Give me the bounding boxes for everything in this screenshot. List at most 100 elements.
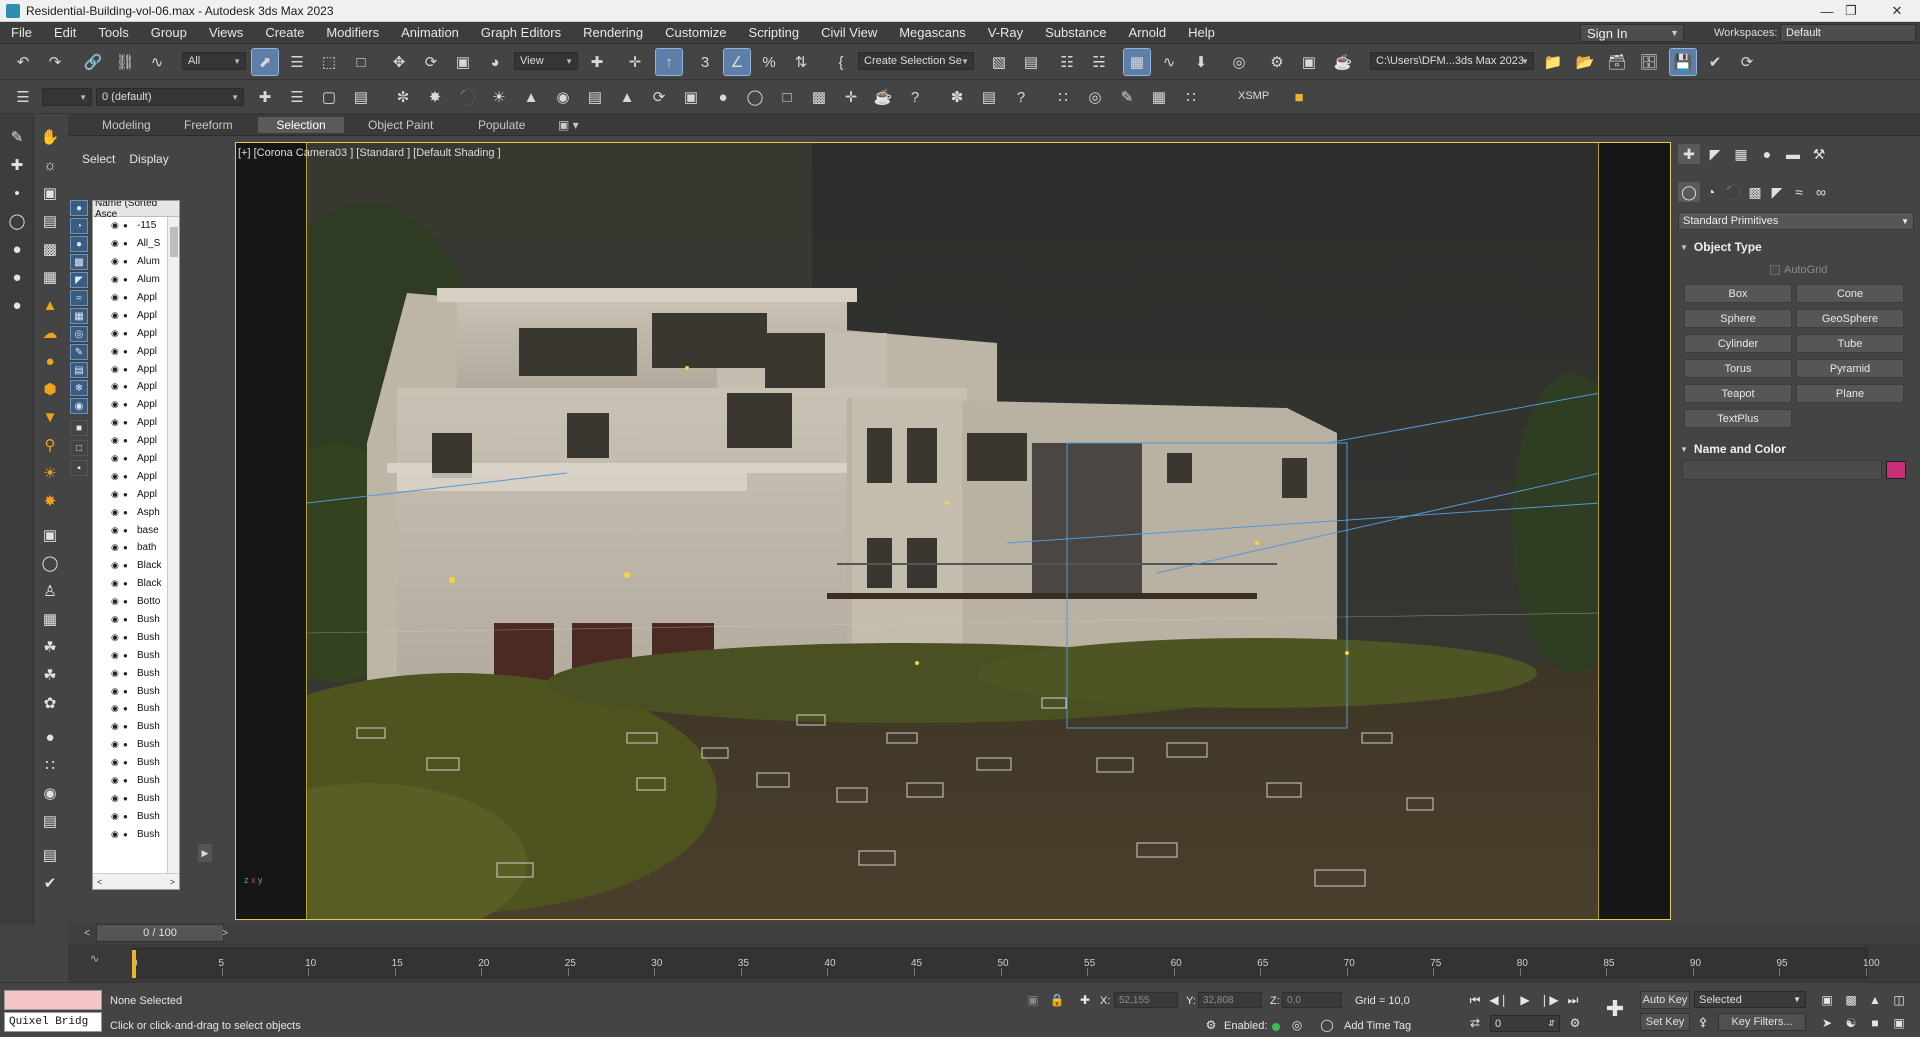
freeze-dot-icon[interactable]: ● xyxy=(123,704,133,713)
cameras-icon[interactable]: ▩ xyxy=(1744,182,1766,202)
align-icon[interactable]: ▤ xyxy=(1018,49,1044,75)
add-to-layer-icon[interactable]: ✚ xyxy=(252,84,278,110)
placement-icon[interactable]: ◕ xyxy=(482,49,508,75)
dots-icon[interactable]: ∷ xyxy=(1050,84,1076,110)
visibility-eye-icon[interactable]: ◉ xyxy=(111,328,123,339)
camera-icon[interactable]: ◉ xyxy=(550,84,576,110)
group-icon[interactable]: ◉ xyxy=(38,782,62,804)
filter-groups-icon[interactable]: ▦ xyxy=(70,308,88,324)
rendered-frame-window-icon[interactable]: ▣ xyxy=(1296,49,1322,75)
set-key-button[interactable]: Set Key xyxy=(1640,1013,1690,1031)
freeze-dot-icon[interactable]: ● xyxy=(123,508,133,517)
visibility-eye-icon[interactable]: ◉ xyxy=(111,829,123,840)
dot-icon[interactable]: • xyxy=(5,182,29,204)
spinner-snap-icon[interactable]: ⇅ xyxy=(788,49,814,75)
ball-icon[interactable]: ● xyxy=(38,350,62,372)
freeze-dot-icon[interactable]: ● xyxy=(123,633,133,642)
window-crossing-icon[interactable]: □ xyxy=(348,49,374,75)
snaps-toggle-icon[interactable]: 3 xyxy=(692,49,718,75)
freeze-dot-icon[interactable]: ● xyxy=(123,543,133,552)
time-slider-prev-icon[interactable]: < xyxy=(80,925,94,941)
brush-icon[interactable]: ✎ xyxy=(1114,84,1140,110)
y-coordinate-input[interactable]: 32,808 xyxy=(1198,992,1262,1008)
cluster-icon[interactable]: ∷ xyxy=(38,754,62,776)
sphere-button[interactable]: Sphere xyxy=(1684,309,1792,328)
save-folder-icon[interactable]: 📂 xyxy=(1572,49,1598,75)
key-filters-button[interactable]: Key Filters... xyxy=(1718,1013,1806,1031)
menu-megascans[interactable]: Megascans xyxy=(888,25,976,40)
hamburger-menu-icon[interactable]: ☰ xyxy=(10,84,36,110)
link-icon[interactable]: 🔗 xyxy=(80,49,106,75)
freeze-dot-icon[interactable]: ● xyxy=(123,347,133,356)
question-icon[interactable]: ? xyxy=(1008,84,1034,110)
zoom-region-icon[interactable]: ▩ xyxy=(1842,991,1860,1009)
geometry-icon[interactable]: ◯ xyxy=(1678,182,1700,202)
freeze-dot-icon[interactable]: ● xyxy=(123,275,133,284)
chart-icon[interactable]: ▤ xyxy=(38,844,62,866)
visibility-eye-icon[interactable]: ◉ xyxy=(111,453,123,464)
box-button[interactable]: Box xyxy=(1684,284,1792,303)
tab-object-paint[interactable]: Object Paint xyxy=(358,117,443,133)
pan-view-icon[interactable]: ➤ xyxy=(1818,1014,1836,1032)
vertex-icon[interactable]: ∷ xyxy=(1178,84,1204,110)
visibility-eye-icon[interactable]: ◉ xyxy=(111,596,123,607)
leaf-icon[interactable]: ✿ xyxy=(38,692,62,714)
selection-filter-select[interactable]: All ▼ xyxy=(182,52,246,70)
region-select-icon[interactable]: ⬚ xyxy=(316,49,342,75)
scene-folder-icon[interactable]: 🗃 xyxy=(1604,49,1630,75)
zoom-extents-icon[interactable]: ▣ xyxy=(1818,991,1836,1009)
teapot-icon[interactable]: ☕ xyxy=(870,84,896,110)
checkmark-icon[interactable]: ✔ xyxy=(1702,49,1728,75)
curve-editor-toggle-icon[interactable]: ∿ xyxy=(90,952,99,965)
sphere-icon-3[interactable]: ● xyxy=(5,294,29,316)
time-tag-icon[interactable]: ◯ xyxy=(1318,1016,1336,1034)
forest-icon[interactable]: ✸ xyxy=(422,84,448,110)
freeze-dot-icon[interactable]: ● xyxy=(123,812,133,821)
help-icon[interactable]: ? xyxy=(902,84,928,110)
menu-views[interactable]: Views xyxy=(198,25,254,40)
menu-help[interactable]: Help xyxy=(1177,25,1226,40)
visibility-eye-icon[interactable]: ◉ xyxy=(111,650,123,661)
shapes-icon[interactable]: ◔ xyxy=(1700,182,1722,202)
freeze-dot-icon[interactable]: ● xyxy=(123,400,133,409)
visibility-eye-icon[interactable]: ◉ xyxy=(111,703,123,714)
visibility-eye-icon[interactable]: ◉ xyxy=(111,489,123,500)
menu-rendering[interactable]: Rendering xyxy=(572,25,654,40)
isolate-selection-icon[interactable]: ▣ xyxy=(1024,991,1042,1009)
maxscript-listener[interactable] xyxy=(4,990,102,1010)
cone-button[interactable]: Cone xyxy=(1796,284,1904,303)
save-icon[interactable]: 💾 xyxy=(1669,48,1697,76)
key-filter-icon[interactable]: ⚴ xyxy=(1694,1013,1712,1031)
freeze-dot-icon[interactable]: ● xyxy=(123,490,133,499)
filter-spacewarps-icon[interactable]: ≈ xyxy=(70,290,88,306)
layers-icon[interactable]: ▤ xyxy=(38,810,62,832)
visibility-eye-icon[interactable]: ◉ xyxy=(111,525,123,536)
textplus-button[interactable]: TextPlus xyxy=(1684,409,1792,428)
autogrid-box[interactable] xyxy=(1770,265,1780,275)
material-editor-icon[interactable]: ◎ xyxy=(1226,49,1252,75)
freeze-dot-icon[interactable]: ● xyxy=(123,221,133,230)
torus-button[interactable]: Torus xyxy=(1684,359,1792,378)
menu-create[interactable]: Create xyxy=(254,25,315,40)
freeze-dot-icon[interactable]: ● xyxy=(123,830,133,839)
explorer-hscrollbar[interactable]: < > xyxy=(93,873,179,889)
lasso-icon[interactable]: ◯ xyxy=(5,210,29,232)
modify-tab-icon[interactable]: ◤ xyxy=(1704,144,1726,164)
visibility-eye-icon[interactable]: ◉ xyxy=(111,274,123,285)
current-frame-input[interactable]: 0 ⇵ xyxy=(1490,1015,1560,1032)
menu-edit[interactable]: Edit xyxy=(43,25,87,40)
select-object-icon[interactable]: ⬈ xyxy=(251,48,279,76)
edit-named-selection-icon[interactable]: { xyxy=(828,49,854,75)
menu-substance[interactable]: Substance xyxy=(1034,25,1117,40)
freeze-dot-icon[interactable]: ● xyxy=(123,561,133,570)
auto-key-button[interactable]: Auto Key xyxy=(1640,991,1690,1009)
visibility-eye-icon[interactable]: ◉ xyxy=(111,346,123,357)
unlink-icon[interactable]: ⛓ xyxy=(112,49,138,75)
tab-modeling[interactable]: Modeling xyxy=(92,117,161,133)
filter-cameras-icon[interactable]: ▩ xyxy=(70,254,88,270)
filter-all-icon[interactable]: ■ xyxy=(70,420,88,436)
menu-file[interactable]: File xyxy=(0,25,43,40)
zoom-all-icon[interactable]: ◫ xyxy=(1890,991,1908,1009)
previous-frame-icon[interactable]: ◀❘ xyxy=(1489,991,1508,1009)
undo-icon[interactable]: ↶ xyxy=(10,49,36,75)
